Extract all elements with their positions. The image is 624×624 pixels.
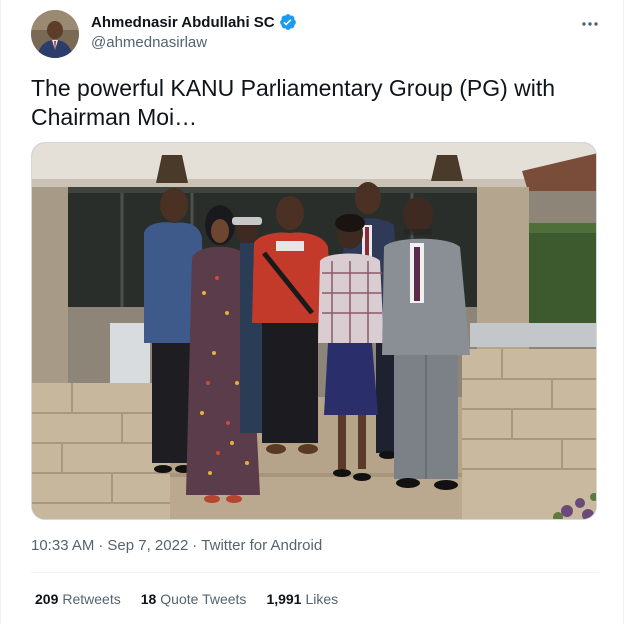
avatar-image bbox=[31, 10, 79, 58]
tweet-photo[interactable] bbox=[31, 142, 597, 520]
author-handle[interactable]: @ahmednasirlaw bbox=[91, 34, 297, 51]
tweet-time[interactable]: 10:33 AM bbox=[31, 537, 94, 554]
meta-separator: · bbox=[98, 537, 104, 554]
retweets-count: 209 bbox=[35, 591, 59, 607]
likes-stat[interactable]: 1,991 Likes bbox=[266, 591, 338, 607]
author-avatar[interactable] bbox=[31, 10, 79, 58]
likes-label: Likes bbox=[305, 591, 339, 607]
engagement-stats: 209 Retweets 18 Quote Tweets 1,991 Likes bbox=[35, 591, 338, 607]
retweets-label: Retweets bbox=[62, 591, 121, 607]
tweet-meta: 10:33 AM · Sep 7, 2022 · Twitter for And… bbox=[31, 537, 322, 554]
tweet-source[interactable]: Twitter for Android bbox=[201, 537, 322, 554]
quote-tweets-count: 18 bbox=[140, 591, 157, 607]
author-display-name[interactable]: Ahmednasir Abdullahi SC bbox=[91, 14, 275, 31]
tweet-date[interactable]: Sep 7, 2022 bbox=[107, 537, 188, 554]
quote-tweets-stat[interactable]: 18 Quote Tweets bbox=[141, 591, 247, 607]
tweet-card: Ahmednasir Abdullahi SC @ahmednasirlaw T… bbox=[0, 0, 624, 624]
author-name-row: Ahmednasir Abdullahi SC bbox=[91, 12, 297, 32]
group-photo-image bbox=[32, 143, 596, 519]
tweet-text: The powerful KANU Parliamentary Group (P… bbox=[31, 75, 556, 130]
verified-badge-icon bbox=[279, 13, 297, 31]
quote-tweets-label: Quote Tweets bbox=[160, 591, 247, 607]
author-info: Ahmednasir Abdullahi SC @ahmednasirlaw bbox=[91, 12, 297, 51]
retweets-stat[interactable]: 209 Retweets bbox=[35, 591, 121, 607]
divider bbox=[31, 572, 599, 573]
meta-separator: · bbox=[192, 537, 198, 554]
more-options-icon[interactable] bbox=[579, 14, 601, 34]
likes-count: 1,991 bbox=[266, 591, 302, 607]
